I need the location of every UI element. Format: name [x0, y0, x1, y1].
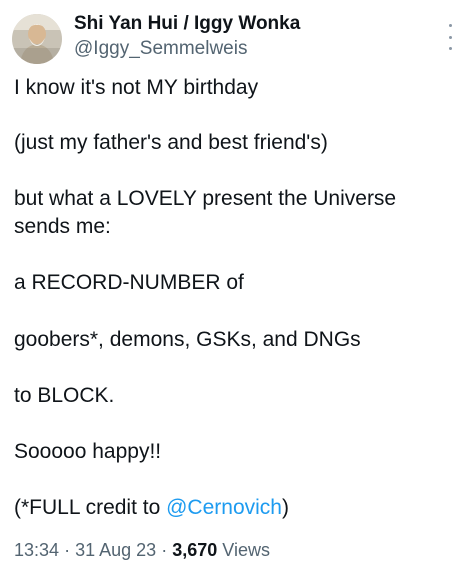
- tweet-text-suffix: ): [281, 496, 289, 519]
- separator: ·: [161, 540, 168, 560]
- tweet-text-line: a RECORD-NUMBER of: [14, 271, 244, 294]
- tweet-text-line: sends me:: [14, 215, 111, 238]
- tweet-meta: 13:34 · 31 Aug 23 · 3,670 Views: [14, 540, 270, 561]
- views-count: 3,670: [172, 540, 218, 560]
- tweet-text-line: (*FULL credit to @Cernovich): [14, 495, 289, 521]
- dot: [448, 24, 452, 27]
- tweet-text-line: I know it's not MY birthday: [14, 76, 259, 99]
- avatar-photo: [12, 14, 62, 64]
- tweet-text-prefix: (*FULL credit to: [14, 496, 167, 519]
- dot: [448, 35, 452, 39]
- tweet-time[interactable]: 13:34: [14, 540, 59, 560]
- tweet-text-line: goobers*, demons, GSKs, and DNGs: [14, 328, 361, 351]
- more-options-icon[interactable]: [446, 24, 454, 50]
- author-name[interactable]: Shi Yan Hui / Iggy Wonka: [74, 13, 300, 35]
- tweet-text-line: (just my father's and best friend's): [14, 131, 328, 154]
- views-label: Views: [222, 540, 270, 560]
- tweet-text-line: to BLOCK.: [14, 384, 115, 407]
- avatar[interactable]: [12, 14, 62, 64]
- tweet-text-line: but what a LOVELY present the Universe: [14, 187, 397, 210]
- separator: ·: [64, 540, 71, 560]
- mention-link[interactable]: @Cernovich: [166, 496, 282, 519]
- dot: [448, 47, 452, 50]
- tweet-text-line: Sooooo happy!!: [14, 440, 162, 463]
- author-handle[interactable]: @Iggy_Semmelweis: [74, 38, 247, 60]
- tweet-date[interactable]: 31 Aug 23: [75, 540, 156, 560]
